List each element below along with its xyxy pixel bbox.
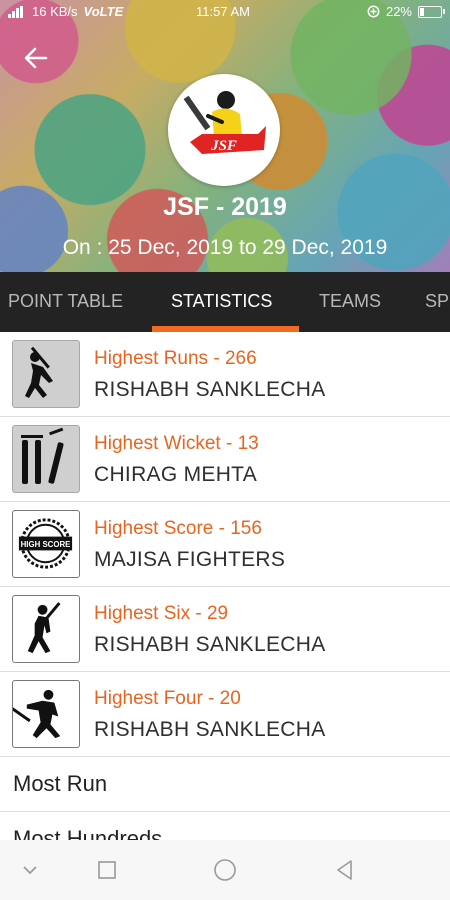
stat-player: RISHABH SANKLECHA: [94, 633, 326, 656]
high-score-icon: HIGH SCORE: [12, 510, 80, 578]
tab-statistics[interactable]: STATISTICS: [171, 272, 272, 332]
wicket-icon: [12, 425, 80, 493]
tab-sponsors[interactable]: SP: [425, 272, 449, 332]
stat-player: CHIRAG MEHTA: [94, 463, 258, 486]
logo-text: JSF: [210, 138, 237, 154]
data-saver-icon: [367, 5, 380, 18]
tab-teams[interactable]: TEAMS: [319, 272, 381, 332]
stat-player: RISHABH SANKLECHA: [94, 378, 326, 401]
stat-title: Highest Score - 156: [94, 518, 262, 539]
volte-label: VoLTE: [83, 4, 124, 19]
home-circle-icon[interactable]: [213, 858, 237, 882]
batsman-icon: [12, 340, 80, 408]
tournament-logo: JSF: [168, 74, 280, 186]
stat-highest-wicket[interactable]: Highest Wicket - 13 CHIRAG MEHTA: [0, 417, 450, 502]
recents-square-icon[interactable]: [95, 858, 119, 882]
network-speed: 16 KB/s: [32, 4, 78, 19]
stat-highest-four[interactable]: Highest Four - 20 RISHABH SANKLECHA: [0, 672, 450, 757]
stat-team: MAJISA FIGHTERS: [94, 548, 286, 571]
signal-icon: [8, 5, 26, 18]
back-triangle-icon[interactable]: [333, 858, 357, 882]
stat-highest-runs[interactable]: Highest Runs - 266 RISHABH SANKLECHA: [0, 332, 450, 417]
four-hitter-icon: [9, 680, 80, 748]
stat-player: RISHABH SANKLECHA: [94, 718, 326, 741]
system-nav-bar: [0, 840, 450, 900]
chevron-down-icon[interactable]: [18, 858, 42, 882]
statistics-list: Highest Runs - 266 RISHABH SANKLECHA Hig…: [0, 332, 450, 867]
active-tab-indicator: [152, 326, 299, 332]
tab-point-table[interactable]: POINT TABLE: [8, 272, 123, 332]
tournament-dates: On : 25 Dec, 2019 to 29 Dec, 2019: [62, 236, 388, 259]
battery-icon: [418, 5, 445, 18]
battery-percent: 22%: [385, 4, 412, 19]
most-run-link[interactable]: Most Run: [0, 757, 450, 812]
status-time: 11:57 AM: [196, 4, 250, 19]
stat-highest-score[interactable]: HIGH SCORE Highest Score - 156 MAJISA FI…: [0, 502, 450, 587]
stat-title: Highest Six - 29: [94, 603, 229, 624]
stat-title: Highest Runs - 266: [94, 348, 257, 369]
stat-highest-six[interactable]: Highest Six - 29 RISHABH SANKLECHA: [0, 587, 450, 672]
status-bar: 16 KB/s VoLTE 11:57 AM 22%: [0, 0, 450, 24]
tournament-title: JSF - 2019: [163, 193, 287, 221]
back-arrow-icon[interactable]: [22, 44, 50, 72]
stat-title: Highest Four - 20: [94, 688, 241, 709]
high-score-badge-text: HIGH SCORE: [21, 540, 71, 549]
six-hitter-icon: [12, 595, 80, 663]
stat-title: Highest Wicket - 13: [94, 433, 259, 454]
tab-bar: POINT TABLE STATISTICS TEAMS SP: [0, 272, 450, 332]
